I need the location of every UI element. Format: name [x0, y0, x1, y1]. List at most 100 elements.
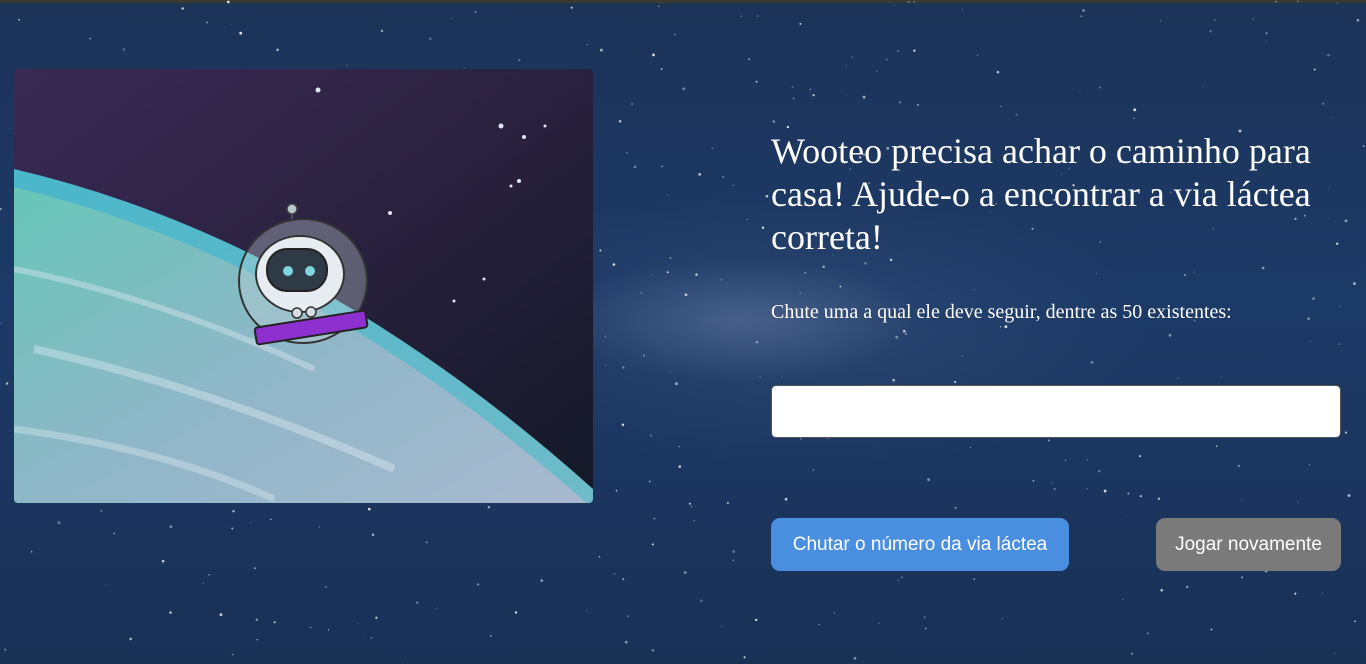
star — [250, 522, 252, 523]
star — [661, 165, 664, 168]
star — [425, 541, 428, 544]
star — [878, 623, 880, 625]
star — [1321, 592, 1324, 594]
star — [799, 22, 802, 25]
star — [540, 579, 543, 582]
star — [740, 15, 742, 17]
star — [1353, 620, 1356, 623]
star — [9, 128, 11, 130]
star — [1339, 306, 1341, 308]
star — [1082, 9, 1085, 12]
star — [653, 517, 656, 520]
star — [961, 9, 963, 11]
star — [845, 65, 847, 67]
star — [924, 627, 927, 630]
star — [851, 56, 854, 59]
star — [104, 584, 106, 586]
star — [682, 87, 686, 91]
star — [699, 599, 703, 603]
star — [666, 271, 669, 274]
star — [674, 382, 678, 386]
star — [0, 322, 2, 325]
star — [913, 1, 915, 3]
star — [1130, 652, 1134, 655]
star — [1265, 41, 1267, 43]
star — [954, 506, 957, 509]
star — [206, 21, 209, 24]
star — [474, 11, 477, 13]
instruction-text: Chute uma a qual ele deve seguir, dentre… — [771, 301, 1232, 323]
star — [804, 272, 806, 274]
star — [276, 48, 279, 52]
star — [1193, 271, 1195, 273]
star — [800, 437, 803, 440]
star — [720, 279, 722, 281]
star — [973, 289, 975, 291]
star — [451, 17, 453, 19]
star — [916, 103, 919, 106]
star — [57, 521, 61, 525]
star — [642, 354, 646, 357]
star — [726, 501, 730, 505]
star — [954, 380, 957, 383]
star — [765, 194, 769, 198]
astronaut-robot-illustration — [14, 69, 593, 503]
star — [1202, 85, 1204, 87]
star — [711, 147, 713, 149]
star — [599, 249, 602, 252]
star — [772, 120, 776, 123]
star — [89, 37, 92, 40]
star — [100, 509, 103, 512]
star — [784, 497, 788, 501]
star — [626, 615, 630, 618]
star — [761, 226, 765, 229]
star — [622, 578, 625, 581]
star — [1168, 334, 1172, 337]
star — [1209, 30, 1212, 33]
star — [1160, 20, 1162, 22]
star — [122, 48, 126, 51]
star — [732, 550, 736, 553]
star — [651, 648, 655, 652]
star — [1265, 32, 1268, 35]
star — [401, 662, 403, 664]
star — [786, 125, 790, 129]
guess-input[interactable] — [771, 385, 1341, 438]
star — [429, 37, 432, 40]
star — [490, 634, 492, 637]
star — [1215, 445, 1218, 447]
star — [651, 543, 654, 546]
star — [325, 586, 327, 589]
star — [631, 103, 634, 105]
star — [219, 613, 223, 617]
star — [660, 68, 663, 71]
star — [876, 70, 878, 72]
star — [1001, 618, 1003, 620]
star — [231, 527, 234, 530]
star — [618, 119, 622, 123]
star — [1090, 361, 1094, 364]
star — [586, 610, 588, 612]
star — [621, 423, 625, 426]
star — [1133, 108, 1137, 112]
star — [615, 489, 618, 492]
star — [732, 559, 734, 561]
star — [1157, 497, 1160, 500]
star — [1334, 652, 1336, 654]
star — [678, 445, 680, 448]
star — [747, 57, 751, 61]
star — [232, 510, 235, 513]
star — [1086, 487, 1088, 489]
star — [791, 86, 794, 88]
star — [375, 616, 378, 619]
star — [202, 582, 204, 584]
star — [514, 611, 518, 614]
star — [892, 378, 896, 382]
star — [690, 505, 693, 508]
guess-button[interactable]: Chutar o número da via láctea — [771, 518, 1069, 571]
star — [895, 335, 899, 339]
play-again-button[interactable]: Jogar novamente — [1156, 518, 1341, 571]
star — [1322, 102, 1325, 105]
page-title: Wooteo precisa achar o caminho para casa… — [771, 131, 1311, 257]
star — [683, 571, 687, 574]
